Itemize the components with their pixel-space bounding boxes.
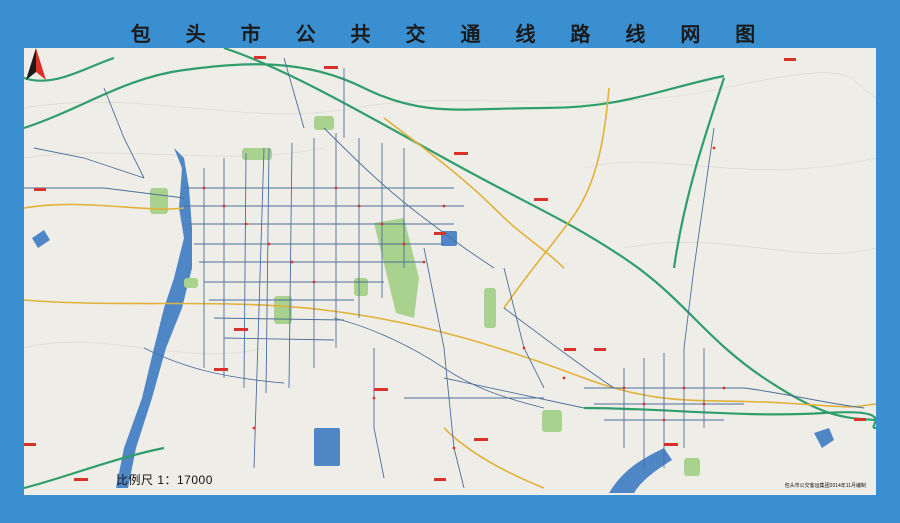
lake-east bbox=[814, 428, 834, 448]
map-canvas[interactable]: 比例尺 1：17000 包头市公交客运集团2014年11月编制 bbox=[24, 48, 876, 495]
bus-route-grid bbox=[24, 57, 865, 489]
terminal-labels bbox=[24, 56, 866, 481]
north-arrow-icon bbox=[26, 48, 46, 80]
map-title: 包 头 市 公 共 交 通 线 路 线 网 图 bbox=[130, 22, 770, 46]
park-areas bbox=[150, 116, 700, 476]
reservoir-south bbox=[314, 428, 340, 466]
map-graphic bbox=[24, 48, 876, 493]
pond-west bbox=[32, 230, 50, 248]
scale-label: 比例尺 1：17000 bbox=[116, 473, 213, 487]
trunk-roads bbox=[24, 87, 876, 489]
highways bbox=[24, 48, 876, 490]
lake-southeast bbox=[609, 448, 672, 493]
map-credit: 包头市公交客运集团2014年11月编制 bbox=[784, 483, 866, 489]
